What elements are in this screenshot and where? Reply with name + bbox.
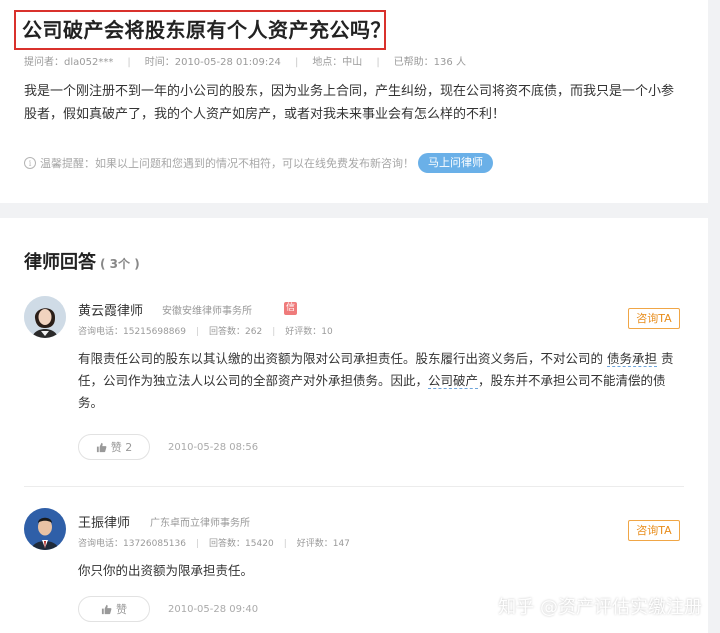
- asker: 提问者：dla052***: [24, 57, 114, 68]
- consult-button[interactable]: 咨询TA: [628, 520, 680, 541]
- answers-heading: 律师回答 ( 3个 ): [24, 248, 140, 274]
- answer-count: 回答数：15420: [209, 539, 274, 549]
- thumbs-up-icon: [101, 604, 112, 614]
- tip-row: i 温馨提醒：如果以上问题和您遇到的情况不相符，可以在线免费发布新咨询！ 马上问…: [24, 153, 493, 173]
- answer-body: 你只你的出资额为限承担责任。: [78, 563, 254, 578]
- question-card: 公司破产会将股东原有个人资产充公吗？ 提问者：dla052*** | 时间：2010…: [0, 0, 708, 203]
- info-icon: i: [24, 157, 36, 169]
- question-title: 公司破产会将股东原有个人资产充公吗？: [22, 18, 391, 42]
- meta-divider: |: [127, 57, 131, 68]
- stats-divider: |: [196, 327, 200, 337]
- like-count: 赞: [116, 603, 127, 616]
- like-button[interactable]: 赞 2: [78, 434, 150, 460]
- answer-text: 有限责任公司的股东以其认缴的出资额为限对公司承担责任。股东履行出资义务后，不对公…: [78, 351, 607, 366]
- answers-card: 律师回答 ( 3个 ) 黄云霞律师 安徽安维律师事务所 信 咨询电话：152156…: [0, 218, 708, 633]
- answers-heading-label: 律师回答: [24, 252, 96, 273]
- lawyer-stats: 咨询电话：15215698869 | 回答数：262 | 好评数：10: [78, 324, 343, 337]
- location: 地点：中山: [312, 57, 363, 68]
- keyword-link[interactable]: 债务承担: [606, 351, 657, 367]
- answer-time: 2010-05-28 09:40: [168, 604, 259, 615]
- answers-count: ( 3个 ): [100, 257, 140, 271]
- law-firm: 广东卓而立律师事务所: [150, 518, 250, 529]
- consult-button[interactable]: 咨询TA: [628, 308, 680, 329]
- avatar-photo-icon: [24, 508, 66, 550]
- avatar[interactable]: [24, 296, 66, 338]
- consult-phone: 咨询电话：15215698869: [78, 327, 186, 337]
- lawyer-name[interactable]: 王振律师: [78, 512, 130, 531]
- avatar[interactable]: [24, 508, 66, 550]
- tip-text: 温馨提醒：如果以上问题和您遇到的情况不相符，可以在线免费发布新咨询！: [40, 157, 414, 170]
- stats-divider: |: [283, 539, 287, 549]
- meta-divider: |: [376, 57, 380, 68]
- keyword-link[interactable]: 公司破产: [428, 373, 479, 389]
- question-meta: 提问者：dla052*** | 时间：2010-05-28 01:09:24 | 地点：…: [24, 53, 480, 68]
- answer-time: 2010-05-28 08:56: [168, 442, 259, 453]
- watermark: 知乎 @资产评估实缴注册: [498, 597, 702, 618]
- lawyer-stats: 咨询电话：13726085136 | 回答数：15420 | 好评数：147: [78, 536, 360, 549]
- answer-item: 黄云霞律师 安徽安维律师事务所 信 咨询电话：15215698869 | 回答数：2…: [0, 296, 708, 486]
- like-count: 赞 2: [110, 441, 133, 454]
- credit-badge: 信: [284, 302, 297, 315]
- answer-count: 回答数：262: [209, 327, 263, 337]
- helped-count: 已帮助：136 人: [393, 57, 466, 68]
- rating-count: 好评数：10: [285, 327, 333, 337]
- thumbs-up-icon: [96, 442, 107, 452]
- ask-time: 时间：2010-05-28 01:09:24: [144, 57, 281, 68]
- ask-lawyer-button[interactable]: 马上问律师: [418, 153, 493, 173]
- lawyer-name[interactable]: 黄云霞律师: [78, 300, 143, 319]
- like-button[interactable]: 赞: [78, 596, 150, 622]
- answer-divider: [24, 486, 684, 487]
- rating-count: 好评数：147: [296, 539, 350, 549]
- answer-body: 有限责任公司的股东以其认缴的出资额为限对公司承担责任。股东履行出资义务后，不对公…: [78, 348, 678, 414]
- stats-divider: |: [196, 539, 200, 549]
- consult-phone: 咨询电话：13726085136: [78, 539, 186, 549]
- law-firm: 安徽安维律师事务所: [162, 306, 252, 317]
- question-body: 我是一个刚注册不到一年的小公司的股东，因为业务上合同，产生纠纷，现在公司将资不底…: [24, 84, 675, 122]
- avatar-photo-icon: [24, 296, 66, 338]
- stats-divider: |: [272, 327, 276, 337]
- meta-divider: |: [294, 57, 299, 68]
